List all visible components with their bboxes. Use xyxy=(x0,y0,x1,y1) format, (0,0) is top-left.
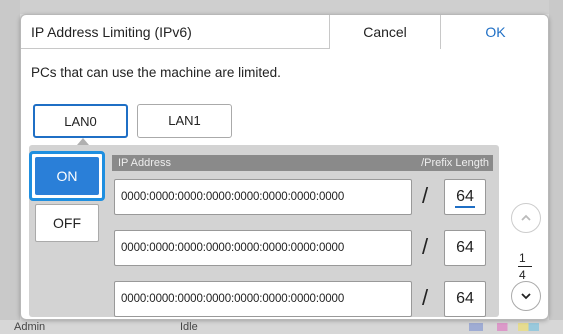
tab-pointer-icon xyxy=(77,138,89,145)
background-app-left xyxy=(0,0,20,334)
dialog-description: PCs that can use the machine are limited… xyxy=(31,65,281,80)
chevron-down-icon xyxy=(521,293,531,300)
ip-address-field-3[interactable]: 0000:0000:0000:0000:0000:0000:0000:0000 xyxy=(114,281,412,317)
ok-button[interactable]: OK xyxy=(440,15,548,49)
on-button-label: ON xyxy=(35,157,99,195)
dialog-titlebar: IP Address Limiting (IPv6) Cancel OK xyxy=(21,15,548,49)
ip-limiting-dialog: IP Address Limiting (IPv6) Cancel OK PCs… xyxy=(20,14,549,320)
page-down-button[interactable] xyxy=(511,281,541,311)
prefix-separator-3: / xyxy=(422,285,429,310)
chevron-up-icon xyxy=(521,214,531,221)
ip-address-field-2[interactable]: 0000:0000:0000:0000:0000:0000:0000:0000 xyxy=(114,230,412,266)
prefix-separator-2: / xyxy=(422,234,429,259)
tab-lan1[interactable]: LAN1 xyxy=(137,104,232,138)
ip-address-field-1[interactable]: 0000:0000:0000:0000:0000:0000:0000:0000 xyxy=(114,179,412,215)
page-up-button[interactable] xyxy=(511,203,541,233)
status-state: Idle xyxy=(180,321,198,333)
on-button[interactable]: ON xyxy=(29,151,105,201)
cancel-button[interactable]: Cancel xyxy=(329,15,440,49)
table-header: IP Address /Prefix Length xyxy=(112,155,493,171)
dialog-title: IP Address Limiting (IPv6) xyxy=(31,24,192,40)
background-status-bar: Admin Idle xyxy=(0,320,563,334)
prefix-length-field-3[interactable]: 64 xyxy=(444,281,486,317)
pager: 1 4 xyxy=(501,145,548,317)
prefix-separator-1: / xyxy=(422,183,429,208)
column-ip-address: IP Address xyxy=(118,157,171,169)
column-prefix-length: /Prefix Length xyxy=(421,157,489,169)
prefix-length-field-2[interactable]: 64 xyxy=(444,230,486,266)
page-total: 4 xyxy=(519,268,526,282)
background-app-right xyxy=(549,0,563,334)
background-app-top xyxy=(0,0,563,14)
page-current: 1 xyxy=(519,251,526,265)
text-cursor xyxy=(455,206,475,208)
status-indicators xyxy=(469,323,539,331)
prefix-length-value-1: 64 xyxy=(456,188,474,205)
tab-lan0[interactable]: LAN0 xyxy=(33,104,128,138)
prefix-length-field-1[interactable]: 64 xyxy=(444,179,486,215)
page-fraction-rule xyxy=(518,266,532,267)
status-user: Admin xyxy=(14,321,46,333)
off-button[interactable]: OFF xyxy=(35,204,99,242)
